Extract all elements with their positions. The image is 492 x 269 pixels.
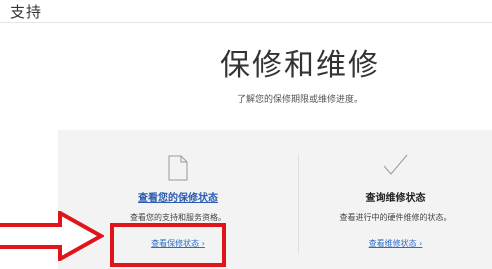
repair-heading: 查询维修状态 bbox=[365, 193, 426, 204]
check-repair-link[interactable]: 查看维修状态 › bbox=[299, 238, 492, 249]
top-bar: 支持 bbox=[0, 0, 492, 23]
page-title: 保修和维修 bbox=[220, 48, 380, 83]
warranty-heading[interactable]: 查看您的保修状态 bbox=[58, 189, 298, 204]
repair-description: 查看进行中的硬件维修的状态。 bbox=[339, 213, 452, 222]
page-subtitle: 了解您的保修期限或维修进度。 bbox=[236, 95, 363, 105]
support-title[interactable]: 支持 bbox=[10, 1, 42, 22]
checkmark-icon bbox=[383, 154, 408, 175]
document-icon bbox=[168, 155, 188, 181]
red-highlight-box bbox=[110, 223, 226, 267]
red-arrow-icon bbox=[0, 211, 104, 261]
repair-card: 查询维修状态 查看进行中的硬件维修的状态。 查看维修状态 › bbox=[299, 130, 492, 269]
